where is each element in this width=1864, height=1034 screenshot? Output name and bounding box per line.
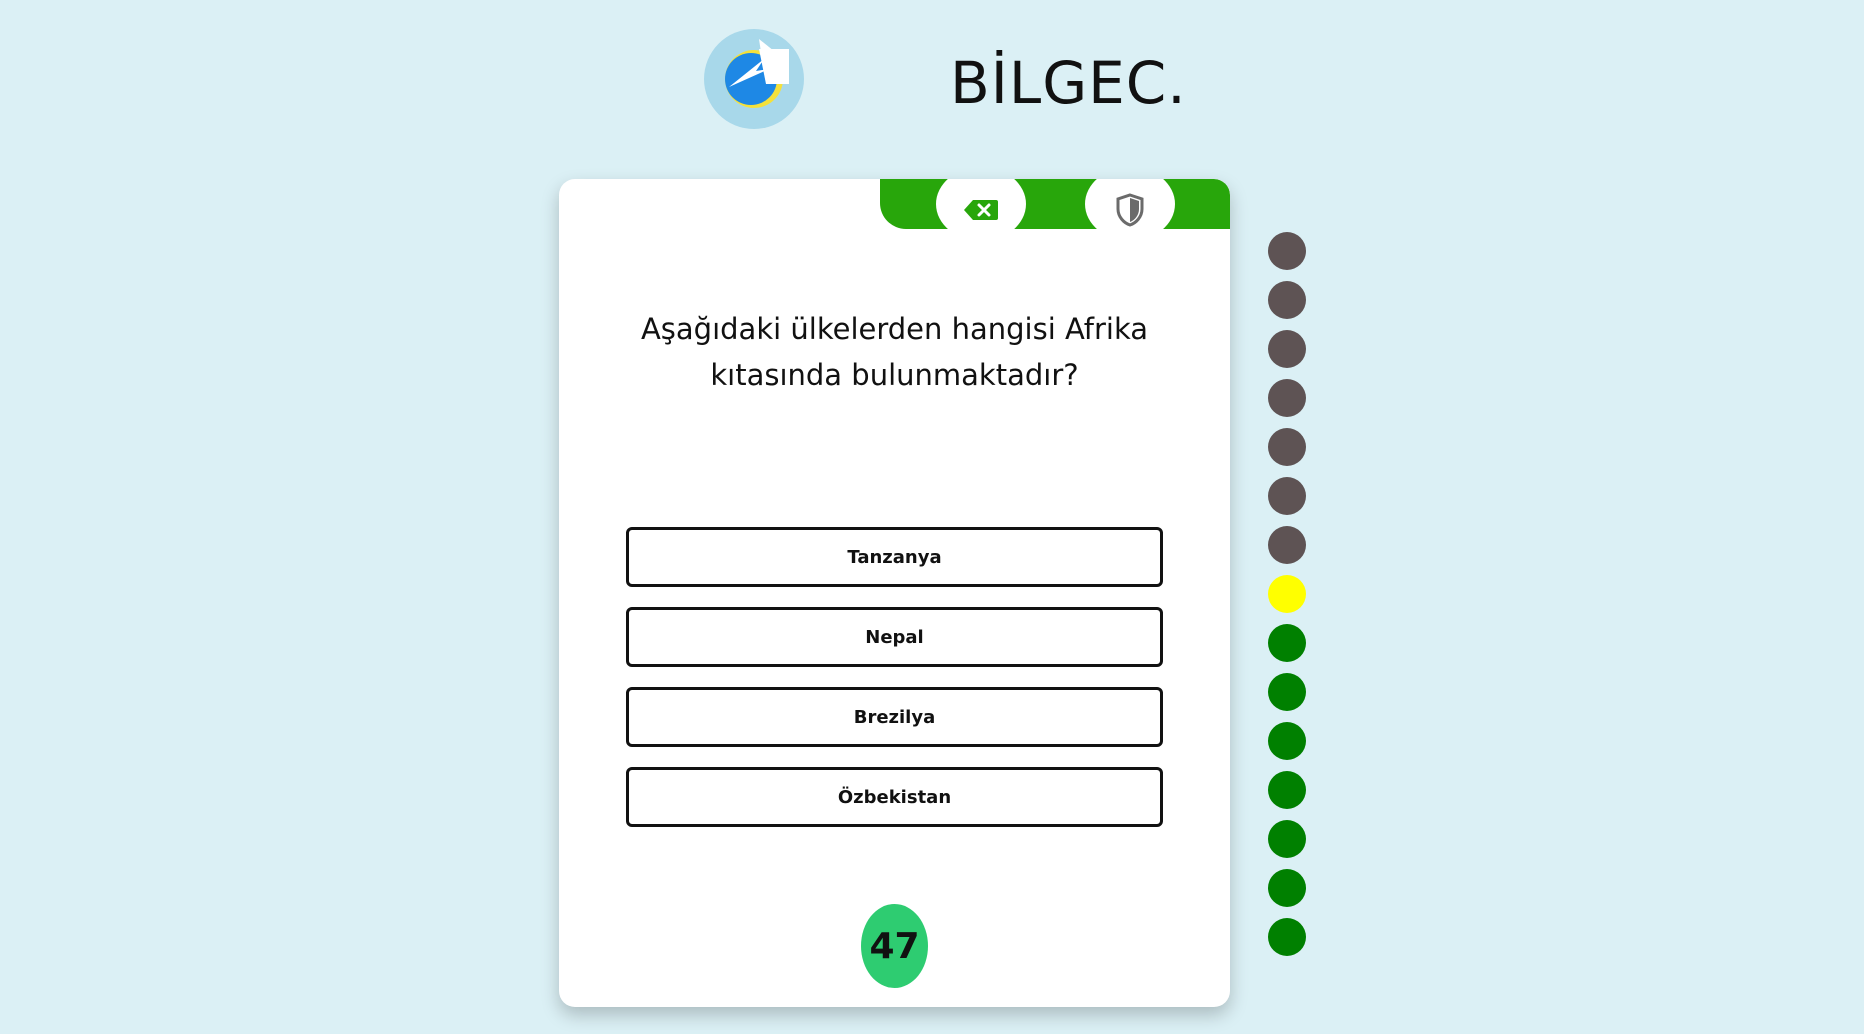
progress-dot-7 [1268, 526, 1306, 564]
progress-dot-9 [1268, 624, 1306, 662]
progress-dot-2 [1268, 281, 1306, 319]
progress-dot-5 [1268, 428, 1306, 466]
answer-option-4[interactable]: Özbekistan [626, 767, 1163, 827]
app-logo [704, 29, 804, 129]
progress-dot-3 [1268, 330, 1306, 368]
progress-dot-11 [1268, 722, 1306, 760]
progress-dot-8 [1268, 575, 1306, 613]
brand-title: BİLGEC. [950, 49, 1187, 117]
progress-dot-12 [1268, 771, 1306, 809]
progress-dot-6 [1268, 477, 1306, 515]
countdown-timer: 47 [861, 904, 928, 988]
question-progress [1268, 232, 1306, 967]
progress-dot-15 [1268, 918, 1306, 956]
answer-option-2[interactable]: Nepal [626, 607, 1163, 667]
progress-dot-4 [1268, 379, 1306, 417]
answer-option-1[interactable]: Tanzanya [626, 527, 1163, 587]
backspace-x-icon [964, 200, 998, 220]
answer-option-3[interactable]: Brezilya [626, 687, 1163, 747]
progress-dot-1 [1268, 232, 1306, 270]
progress-dot-13 [1268, 820, 1306, 858]
progress-dot-10 [1268, 673, 1306, 711]
shield-joker-button[interactable] [1085, 179, 1175, 241]
joker-bar [880, 179, 1230, 241]
shield-icon [1116, 193, 1144, 227]
eliminate-joker-button[interactable] [936, 179, 1026, 241]
progress-dot-14 [1268, 869, 1306, 907]
answer-options: Tanzanya Nepal Brezilya Özbekistan [626, 527, 1163, 847]
question-text: Aşağıdaki ülkelerden hangisi Afrika kıta… [640, 312, 1149, 392]
quiz-card: Aşağıdaki ülkelerden hangisi Afrika kıta… [559, 179, 1230, 1007]
